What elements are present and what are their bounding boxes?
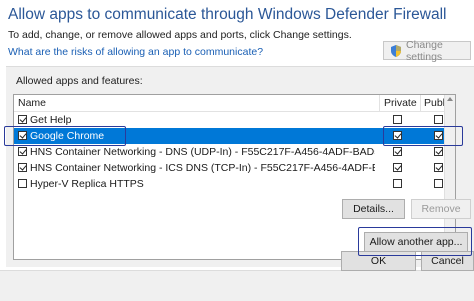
public-checkbox[interactable]: [434, 147, 443, 156]
app-name: Hyper-V Replica HTTPS: [30, 178, 144, 190]
risks-link[interactable]: What are the risks of allowing an app to…: [8, 46, 263, 58]
private-checkbox[interactable]: [393, 115, 402, 124]
public-checkbox[interactable]: [434, 179, 443, 188]
change-settings-label: Change settings: [406, 38, 443, 63]
public-checkbox[interactable]: [434, 115, 443, 124]
private-checkbox[interactable]: [393, 179, 402, 188]
private-checkbox[interactable]: [393, 163, 402, 172]
instructions-text: To add, change, or remove allowed apps a…: [8, 29, 352, 41]
app-row[interactable]: Hyper-V Replica HTTPS: [14, 176, 455, 192]
private-checkbox-box[interactable]: [393, 115, 402, 124]
private-checkbox-box[interactable]: [393, 147, 402, 156]
column-name-header[interactable]: Name: [18, 97, 46, 109]
private-checkbox[interactable]: [393, 147, 402, 156]
app-enabled-checkbox-box[interactable]: [18, 147, 27, 156]
app-name: Get Help: [30, 114, 72, 126]
details-button[interactable]: Details...: [342, 199, 405, 219]
public-checkbox-box[interactable]: [434, 179, 443, 188]
private-checkbox-box[interactable]: [393, 179, 402, 188]
app-enabled-checkbox-box[interactable]: [18, 115, 27, 124]
dialog-footer: [0, 270, 474, 301]
app-enabled-checkbox[interactable]: [18, 179, 27, 188]
public-checkbox-box[interactable]: [434, 163, 443, 172]
chrome-row-highlight-box: [4, 126, 126, 146]
public-checkbox-box[interactable]: [434, 115, 443, 124]
column-private-header[interactable]: Private: [384, 97, 417, 109]
uac-shield-icon: [391, 44, 401, 57]
private-checkbox-box[interactable]: [393, 163, 402, 172]
app-enabled-checkbox[interactable]: [18, 147, 27, 156]
app-enabled-checkbox[interactable]: [18, 115, 27, 124]
remove-button[interactable]: Remove: [411, 199, 471, 219]
allowed-apps-label: Allowed apps and features:: [16, 75, 143, 87]
app-row[interactable]: HNS Container Networking - DNS (UDP-In) …: [14, 144, 455, 160]
app-enabled-checkbox[interactable]: [18, 163, 27, 172]
allow-another-app-highlight-box: [358, 227, 472, 256]
window-title: Allow apps to communicate through Window…: [8, 6, 447, 23]
list-header: Name Private Public: [14, 95, 455, 112]
column-divider: [379, 95, 380, 111]
app-enabled-checkbox-box[interactable]: [18, 179, 27, 188]
chrome-checkbox-highlight-box: [383, 126, 463, 146]
column-divider: [420, 95, 421, 111]
app-name: HNS Container Networking - DNS (UDP-In) …: [30, 146, 375, 158]
change-settings-button[interactable]: Change settings: [383, 38, 471, 63]
public-checkbox-box[interactable]: [434, 147, 443, 156]
app-row[interactable]: HNS Container Networking - ICS DNS (TCP-…: [14, 160, 455, 176]
app-name: HNS Container Networking - ICS DNS (TCP-…: [30, 162, 375, 174]
public-checkbox[interactable]: [434, 163, 443, 172]
scroll-up-arrow-icon[interactable]: [447, 97, 453, 101]
app-enabled-checkbox-box[interactable]: [18, 163, 27, 172]
